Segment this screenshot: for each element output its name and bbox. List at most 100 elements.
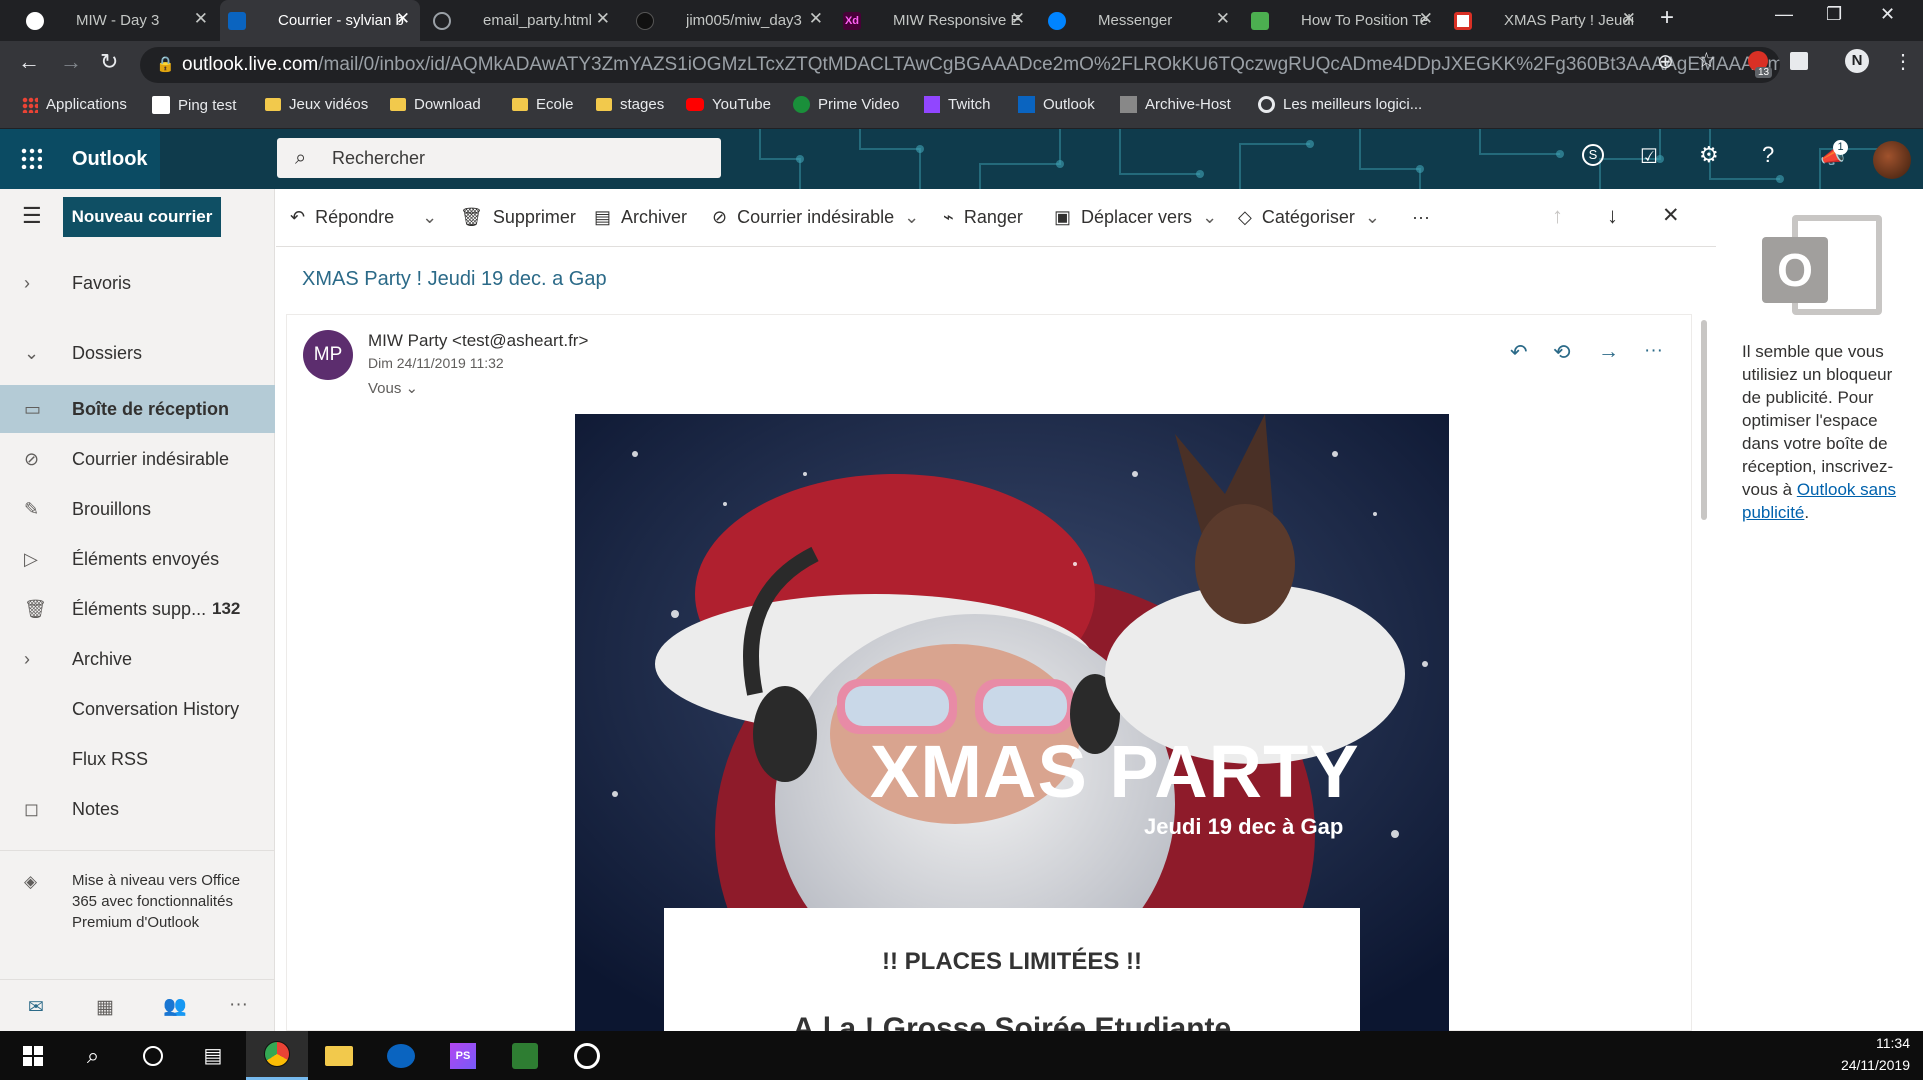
move-to-button[interactable]: ▣ Déplacer vers ⌄ — [1054, 207, 1217, 228]
mail-icon[interactable]: ✉ — [28, 996, 44, 1019]
outlook-brand[interactable]: Outlook — [0, 129, 160, 189]
start-button[interactable] — [2, 1031, 64, 1080]
folder-sent[interactable]: ▷ Éléments envoyés — [0, 535, 275, 583]
menu-kebab-icon[interactable]: ⋮ — [1893, 49, 1913, 74]
help-icon[interactable]: ? — [1762, 142, 1774, 168]
delete-button[interactable]: 🗑 Supprimer — [460, 207, 576, 228]
close-icon[interactable]: ✕ — [1662, 203, 1680, 228]
folder-inbox[interactable]: ▭ Boîte de réception — [0, 385, 275, 433]
bookmark-outlook[interactable]: Outlook — [1018, 96, 1095, 113]
upgrade-link[interactable]: Mise à niveau vers Office 365 avec fonct… — [72, 870, 252, 933]
new-tab-icon[interactable]: + — [1660, 4, 1674, 32]
taskbar-app[interactable] — [494, 1031, 556, 1080]
clock-date[interactable]: 24/11/2019 — [1820, 1057, 1910, 1073]
reply-icon[interactable]: ↶ — [1510, 340, 1528, 365]
recipient-field[interactable]: Vous ⌄ — [368, 379, 418, 397]
folder-junk[interactable]: ⊘ Courrier indésirable — [0, 435, 275, 483]
reply-button[interactable]: ↶ Répondre ⌄ — [290, 207, 437, 228]
reload-icon[interactable]: ↻ — [100, 49, 118, 75]
taskbar-phpstorm[interactable]: PS — [432, 1031, 494, 1080]
bookmark-applications[interactable]: Applications — [22, 96, 127, 113]
browser-tab[interactable]: email_party.html ✕ — [425, 0, 620, 41]
browser-tab[interactable]: Xd MIW Responsive E ✕ — [835, 0, 1035, 41]
folder-conversation-history[interactable]: Conversation History — [0, 685, 275, 733]
close-tab-icon[interactable]: ✕ — [396, 9, 410, 29]
search-input[interactable]: ⌕ Rechercher — [277, 138, 721, 178]
forward-icon[interactable]: → — [1598, 340, 1619, 364]
bookmark-archive-host[interactable]: Archive-Host — [1120, 96, 1231, 113]
bookmark-folder[interactable]: Ecole — [512, 96, 574, 113]
close-tab-icon[interactable]: ✕ — [596, 9, 610, 29]
more-actions-button[interactable]: ··· — [1412, 207, 1430, 228]
restore-icon[interactable]: ❐ — [1826, 4, 1842, 25]
browser-tab[interactable]: MIW - Day 3 ✕ — [18, 0, 218, 41]
star-icon[interactable]: ☆ — [1697, 48, 1716, 73]
gear-icon[interactable]: ⚙ — [1699, 142, 1719, 168]
folder-rss[interactable]: Flux RSS — [0, 735, 275, 783]
close-tab-icon[interactable]: ✕ — [1011, 9, 1025, 29]
clock-time[interactable]: 11:34 — [1820, 1035, 1910, 1051]
chevron-down-icon[interactable]: ⌄ — [904, 207, 919, 228]
categorize-button[interactable]: ◇ Catégoriser ⌄ — [1238, 207, 1380, 228]
arrow-up-icon[interactable]: ↑ — [1552, 203, 1563, 229]
search-icon[interactable]: ⌕ — [62, 1031, 124, 1080]
taskbar-explorer[interactable] — [308, 1031, 370, 1080]
cortana-button[interactable] — [122, 1031, 184, 1080]
taskbar-outlook[interactable] — [370, 1031, 432, 1080]
browser-tab[interactable]: XMAS Party ! Jeudi ✕ — [1446, 0, 1646, 41]
taskbar-obs[interactable] — [556, 1031, 618, 1080]
junk-button[interactable]: ⊘ Courrier indésirable ⌄ — [712, 207, 919, 228]
bookmark-ping-test[interactable]: Ping test — [152, 96, 236, 114]
sender-name[interactable]: MIW Party <test@asheart.fr> — [368, 331, 588, 351]
forward-icon[interactable]: → — [60, 49, 82, 75]
close-window-icon[interactable]: ✕ — [1880, 4, 1895, 25]
close-tab-icon[interactable]: ✕ — [809, 9, 823, 29]
bookmark-folder[interactable]: Download — [390, 96, 481, 113]
bookmark-twitch[interactable]: Twitch — [924, 96, 991, 113]
close-tab-icon[interactable]: ✕ — [1622, 9, 1636, 29]
taskbar-chrome[interactable] — [246, 1031, 308, 1080]
add-icon[interactable]: ⊕ — [1657, 49, 1674, 74]
close-tab-icon[interactable]: ✕ — [1419, 9, 1433, 29]
calendar-icon[interactable]: ▦ — [96, 996, 114, 1019]
browser-tab[interactable]: jim005/miw_day3 ✕ — [628, 0, 833, 41]
sweep-button[interactable]: ⌁ Ranger — [943, 207, 1023, 228]
browser-tab[interactable]: How To Position Te ✕ — [1243, 0, 1443, 41]
sender-avatar[interactable]: MP — [303, 330, 353, 380]
favorites-toggle[interactable]: › Favoris — [0, 259, 275, 307]
extension-icon[interactable] — [1790, 52, 1808, 70]
close-tab-icon[interactable]: ✕ — [1216, 9, 1230, 29]
chevron-down-icon[interactable]: ⌄ — [1365, 207, 1380, 228]
new-mail-button[interactable]: Nouveau courrier — [63, 197, 221, 237]
archive-button[interactable]: ▤ Archiver — [594, 207, 687, 228]
arrow-down-icon[interactable]: ↓ — [1607, 203, 1618, 229]
bookmark-prime-video[interactable]: Prime Video — [793, 96, 899, 113]
folders-toggle[interactable]: ⌄ Dossiers — [0, 329, 275, 377]
minimize-icon[interactable]: — — [1775, 4, 1793, 25]
more-icon[interactable]: ··· — [1644, 340, 1663, 362]
skype-icon[interactable]: S — [1582, 144, 1604, 166]
hamburger-icon[interactable]: ☰ — [22, 203, 42, 229]
more-apps-icon[interactable]: ··· — [229, 994, 248, 1016]
todo-icon[interactable]: ☑ — [1640, 144, 1658, 169]
address-input[interactable]: 🔒 outlook.live.com/mail/0/inbox/id/AQMkA… — [140, 47, 1780, 83]
folder-notes[interactable]: ◻ Notes — [0, 785, 275, 833]
avatar[interactable] — [1873, 141, 1911, 179]
browser-tab-active[interactable]: Courrier - sylvian b ✕ — [220, 0, 420, 41]
people-icon[interactable]: 👥 — [163, 994, 187, 1018]
chevron-down-icon[interactable]: ⌄ — [422, 207, 437, 228]
task-view-icon[interactable]: ▤ — [182, 1031, 244, 1080]
profile-icon[interactable]: N — [1845, 49, 1869, 73]
folder-deleted[interactable]: 🗑 Éléments supp... 132 — [0, 585, 275, 633]
folder-drafts[interactable]: ✎ Brouillons — [0, 485, 275, 533]
bookmark-folder[interactable]: Jeux vidéos — [265, 96, 368, 113]
chevron-down-icon[interactable]: ⌄ — [1202, 207, 1217, 228]
reply-all-icon[interactable]: ⟲ — [1553, 340, 1571, 365]
browser-tab[interactable]: Messenger ✕ — [1040, 0, 1240, 41]
bookmark-folder[interactable]: stages — [596, 96, 664, 113]
close-tab-icon[interactable]: ✕ — [194, 9, 208, 29]
bookmark-les-meilleurs[interactable]: Les meilleurs logici... — [1258, 96, 1422, 113]
bookmark-youtube[interactable]: YouTube — [686, 96, 771, 113]
back-icon[interactable]: ← — [18, 49, 40, 75]
scrollbar[interactable] — [1701, 320, 1707, 520]
